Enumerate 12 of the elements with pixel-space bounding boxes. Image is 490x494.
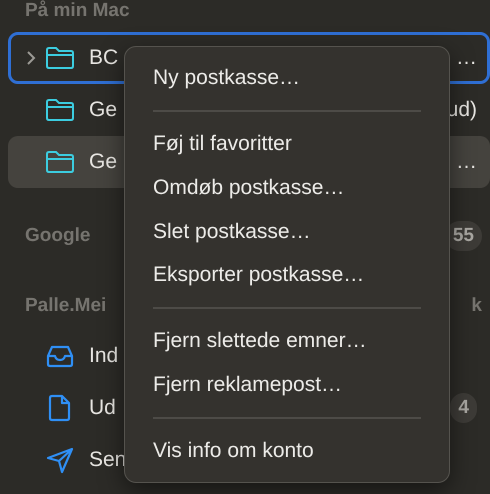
mailbox-name: Ind bbox=[89, 344, 118, 368]
mailbox-name: Ge bbox=[89, 150, 118, 174]
mailbox-name: Ge bbox=[89, 98, 118, 122]
section-header: k bbox=[471, 295, 482, 317]
mailbox-name: BC bbox=[89, 46, 118, 70]
mailbox-name: … bbox=[456, 150, 477, 174]
mailbox-name: … bbox=[456, 46, 477, 70]
section-header: Google bbox=[25, 225, 90, 247]
section-header: På min Mac bbox=[25, 0, 130, 22]
unread-count: 4 bbox=[450, 393, 477, 423]
section-header: Palle.Mei bbox=[25, 295, 106, 317]
mailbox-name: Ud bbox=[89, 396, 116, 420]
